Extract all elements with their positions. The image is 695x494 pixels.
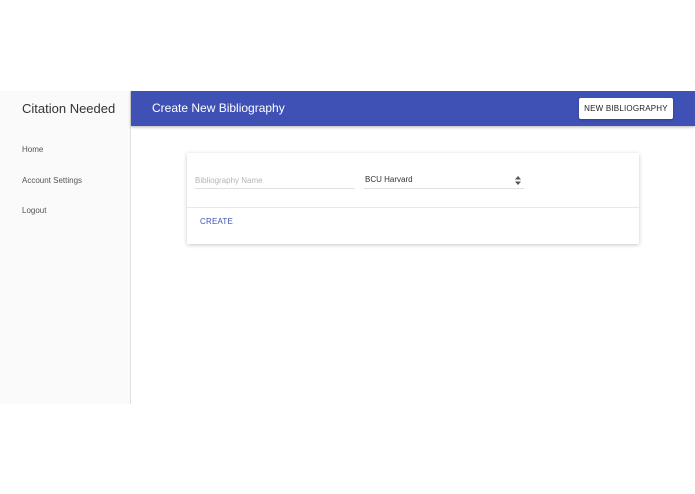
top-app-bar: Create New Bibliography NEW BIBLIOGRAPHY xyxy=(131,91,695,126)
updown-chevron-icon xyxy=(515,176,521,185)
create-button[interactable]: CREATE xyxy=(200,217,233,226)
create-bibliography-card: BCU Harvard CREATE xyxy=(187,153,639,244)
citation-style-value: BCU Harvard xyxy=(365,175,413,184)
sidebar-item-logout[interactable]: Logout xyxy=(22,206,46,215)
card-divider xyxy=(187,207,639,208)
bibliography-name-input[interactable] xyxy=(195,173,355,189)
app-brand: Citation Needed xyxy=(22,101,116,116)
sidebar-item-home[interactable]: Home xyxy=(22,145,43,154)
sidebar-item-account-settings[interactable]: Account Settings xyxy=(22,176,82,185)
app-window: Citation Needed Home Account Settings Lo… xyxy=(0,91,695,404)
sidebar: Citation Needed Home Account Settings Lo… xyxy=(0,91,131,404)
citation-style-select[interactable]: BCU Harvard xyxy=(364,173,524,189)
page-title: Create New Bibliography xyxy=(152,101,285,115)
new-bibliography-button[interactable]: NEW BIBLIOGRAPHY xyxy=(579,98,673,119)
